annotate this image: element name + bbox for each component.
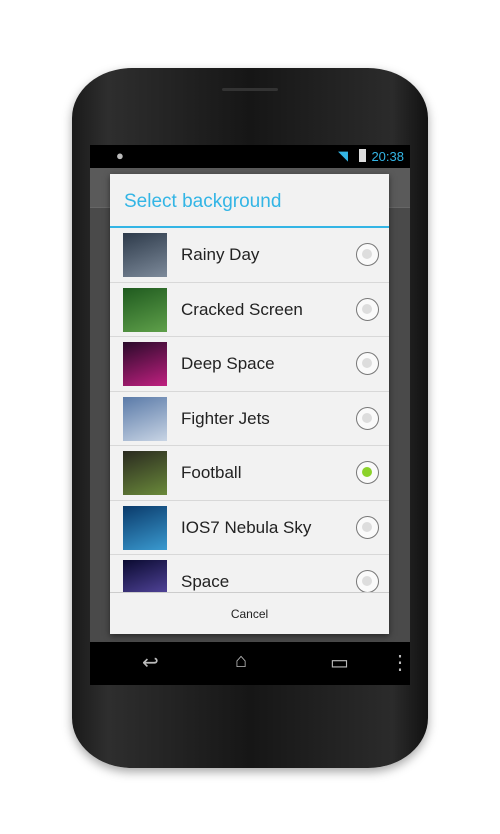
thumbnail-image	[123, 342, 167, 386]
list-item[interactable]: IOS7 Nebula Sky	[110, 501, 389, 555]
radio-button[interactable]	[356, 352, 379, 375]
item-label: Cracked Screen	[181, 299, 303, 319]
android-icon: ●	[116, 148, 124, 163]
wifi-icon: ◥	[338, 148, 348, 163]
list-item[interactable]: Fighter Jets	[110, 392, 389, 446]
radio-button[interactable]	[356, 461, 379, 484]
thumbnail-image	[123, 505, 167, 550]
thumbnail-image	[123, 287, 167, 332]
item-label: Football	[181, 463, 242, 482]
radio-button[interactable]	[356, 297, 379, 321]
thumbnail-image	[123, 233, 167, 277]
item-label: Fighter Jets	[181, 408, 270, 428]
select-background-dialog: Select background Rainy Day Cracked Scre…	[110, 174, 389, 634]
radio-button[interactable]	[356, 406, 379, 430]
radio-button[interactable]	[356, 570, 379, 592]
list-item[interactable]: Space	[110, 555, 389, 592]
item-label: Space	[181, 572, 230, 591]
cancel-button[interactable]: Cancel	[110, 592, 389, 632]
recents-icon[interactable]: ▭	[330, 650, 349, 675]
thumbnail-image	[123, 451, 167, 495]
list-item[interactable]: Cracked Screen	[110, 283, 389, 337]
thumbnail-image	[123, 560, 167, 592]
item-label: IOS7 Nebula Sky	[181, 517, 312, 537]
navigation-bar: ↩ ⌂ ▭ ⋮	[90, 642, 410, 685]
thumbnail-image	[123, 396, 167, 441]
radio-button[interactable]	[356, 243, 379, 266]
radio-button[interactable]	[356, 515, 379, 539]
battery-charging-icon	[359, 149, 366, 162]
back-icon[interactable]: ↩	[142, 650, 159, 675]
list-item[interactable]: Deep Space	[110, 337, 389, 392]
list-item[interactable]: Rainy Day	[110, 228, 389, 283]
clock: 20:38	[371, 149, 404, 164]
dialog-title: Select background	[110, 174, 389, 228]
list-item[interactable]: Football	[110, 446, 389, 501]
home-icon[interactable]: ⌂	[235, 650, 247, 673]
background-list[interactable]: Rainy Day Cracked Screen Deep Space Figh…	[110, 228, 389, 592]
status-bar: ● ◥ 20:38	[90, 145, 410, 168]
menu-icon[interactable]: ⋮	[390, 650, 410, 675]
speaker	[222, 88, 278, 91]
item-label: Deep Space	[181, 354, 275, 373]
item-label: Rainy Day	[181, 245, 260, 264]
